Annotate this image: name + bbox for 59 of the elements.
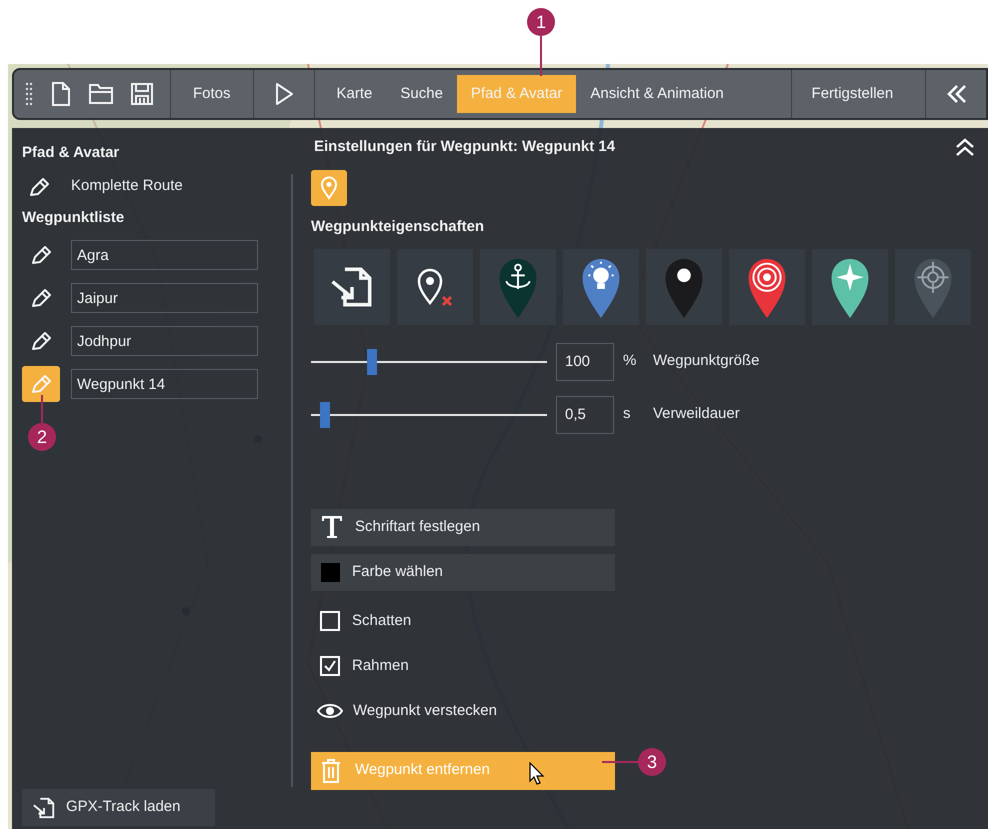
slider-label: Wegpunktgröße (653, 351, 760, 372)
toolbar-tab[interactable]: Karte (322, 75, 386, 113)
slider-thumb[interactable] (367, 348, 378, 374)
panel-title: Pfad & Avatar (22, 143, 120, 163)
waypoint-field[interactable]: Agra (71, 240, 258, 270)
checkbox-label: Schatten (352, 610, 412, 631)
pencil-icon (29, 372, 53, 396)
route-button[interactable]: Komplette Route (22, 166, 183, 206)
marker-tile[interactable] (646, 248, 722, 324)
import-icon (32, 796, 56, 820)
pencil-icon (29, 286, 53, 310)
checkbox[interactable] (320, 656, 340, 676)
settings-title: Einstellungen für Wegpunkt: Wegpunkt 14 (314, 137, 616, 157)
leader-line (602, 761, 638, 763)
collapse-icon[interactable] (946, 83, 968, 105)
eye-icon (317, 703, 343, 719)
font-button[interactable]: Schriftart festlegen (311, 508, 615, 546)
waypoint-field[interactable]: Wegpunkt 14 (71, 369, 258, 399)
toolbar-tab[interactable]: Ansicht & Animation (576, 75, 738, 113)
marker-tile[interactable] (812, 248, 888, 324)
marker-tile[interactable] (729, 248, 805, 324)
waypoint-field[interactable]: Jodhpur (71, 326, 258, 356)
marker-tile[interactable] (563, 248, 639, 324)
section-title: Wegpunktliste (22, 208, 126, 228)
marker-tile[interactable] (480, 248, 556, 324)
value-field[interactable]: 0,5 (556, 396, 614, 434)
folder-icon[interactable] (88, 82, 114, 106)
waypoint-field[interactable]: Jaipur (71, 283, 258, 313)
collapse-up-icon[interactable] (954, 137, 976, 157)
hide-waypoint-button[interactable]: Wegpunkt verstecken (311, 688, 497, 734)
new-file-icon[interactable] (50, 81, 72, 107)
save-icon[interactable] (130, 82, 154, 106)
font-icon (321, 515, 343, 539)
drag-handle-icon (24, 81, 34, 107)
checkbox-label: Rahmen (352, 656, 409, 676)
cursor-icon (529, 762, 545, 786)
toolbar-tab[interactable]: Suche (386, 75, 457, 113)
slider-label: Verweildauer (653, 404, 740, 424)
gpx-button[interactable]: GPX-Track laden (22, 789, 215, 826)
slider-thumb[interactable] (320, 402, 330, 428)
pin-icon (320, 176, 338, 200)
pencil-icon (29, 243, 53, 267)
section-title: Wegpunkteigenschaften (311, 217, 486, 237)
marker-tile[interactable] (397, 248, 473, 324)
photos-button[interactable]: Fotos (179, 75, 245, 113)
unit-label: s (623, 404, 632, 424)
callout-number: 1 (527, 8, 555, 36)
leader-line (540, 36, 542, 76)
unit-label: % (623, 351, 638, 372)
trash-icon (321, 758, 341, 782)
toolbar-tab[interactable]: Fertigstellen (798, 75, 908, 113)
play-icon[interactable] (274, 82, 294, 106)
marker-tile[interactable] (314, 248, 390, 324)
marker-tile[interactable] (895, 248, 971, 324)
checkbox[interactable] (320, 611, 340, 631)
leader-line (41, 395, 43, 423)
pencil-icon (29, 329, 53, 353)
color-button[interactable]: Farbe wählen (311, 554, 615, 590)
value-field[interactable]: 100 (556, 342, 614, 380)
